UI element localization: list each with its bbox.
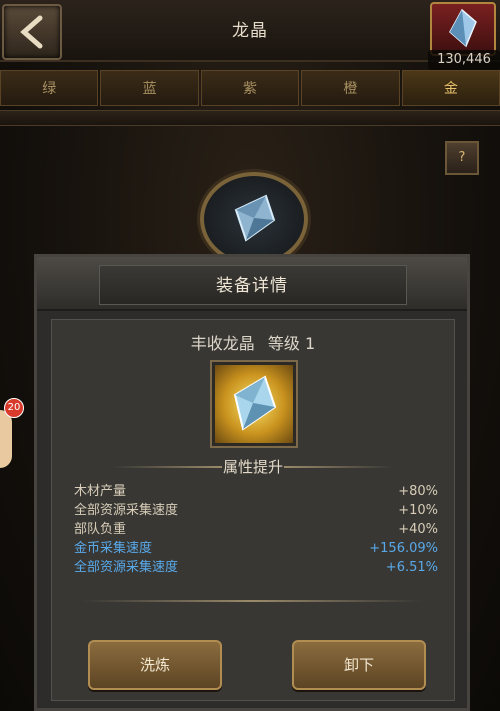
tab-blue[interactable]: 蓝 xyxy=(100,70,199,106)
resource-count: 130,446 xyxy=(428,50,500,70)
header-bar: 龙晶 130,446 xyxy=(0,0,500,70)
dialog-title: 装备详情 xyxy=(216,276,288,296)
tab-orange[interactable]: 橙 xyxy=(301,70,400,106)
item-title: 丰收龙晶 等级 1 xyxy=(52,330,454,354)
section-divider-right xyxy=(284,466,394,468)
dragon-crystal-icon xyxy=(233,375,277,431)
tab-gold[interactable]: 金 xyxy=(401,70,500,106)
item-level: 等级 1 xyxy=(267,334,316,353)
quality-tabs: 绿 蓝 紫 橙 金 xyxy=(0,70,500,108)
attribute-name: 全部资源采集速度 xyxy=(74,503,179,518)
equipped-crystal-slot[interactable] xyxy=(200,172,308,266)
attribute-row: 全部资源采集速度 +10% xyxy=(74,501,438,520)
tab-green[interactable]: 绿 xyxy=(0,70,99,106)
crystal-icon xyxy=(449,8,477,48)
item-icon-frame xyxy=(212,362,296,446)
refine-button[interactable]: 洗炼 xyxy=(88,640,222,690)
attribute-row: 金币采集速度 +156.09% xyxy=(74,539,438,558)
attribute-row: 全部资源采集速度 +6.51% xyxy=(74,558,438,577)
attribute-list: 木材产量 +80% 全部资源采集速度 +10% 部队负重 +40% 金币采集速度 +15… xyxy=(74,482,438,577)
attribute-name: 全部资源采集速度 xyxy=(74,560,179,575)
unequip-button[interactable]: 卸下 xyxy=(292,640,426,690)
attribute-name: 金币采集速度 xyxy=(74,541,153,556)
attribute-name: 木材产量 xyxy=(74,484,127,499)
attribute-name: 部队负重 xyxy=(74,522,127,537)
attribute-value: +6.51% xyxy=(385,560,438,575)
page-title: 龙晶 xyxy=(232,21,268,41)
equipment-details-dialog: 装备详情 丰收龙晶 等级 1 属性提升 木材产量 +80% 全部资源采集速度 +10… xyxy=(34,254,470,711)
ornament-divider xyxy=(0,110,500,126)
notification-badge: 20 xyxy=(4,398,24,418)
attribute-row: 部队负重 +40% xyxy=(74,520,438,539)
side-portrait[interactable] xyxy=(0,410,12,468)
attribute-row: 木材产量 +80% xyxy=(74,482,438,501)
attribute-value: +10% xyxy=(398,503,438,518)
attribute-value: +156.09% xyxy=(369,541,438,556)
help-button[interactable]: ? xyxy=(445,141,479,175)
ornament-divider xyxy=(82,600,422,602)
dialog-header: 装备详情 xyxy=(37,257,467,311)
resource-button[interactable] xyxy=(430,2,496,56)
crystal-icon xyxy=(234,194,276,242)
attribute-value: +80% xyxy=(398,484,438,499)
item-name: 丰收龙晶 xyxy=(190,334,255,353)
dialog-body: 丰收龙晶 等级 1 属性提升 木材产量 +80% 全部资源采集速度 +10% 部队负… xyxy=(51,319,455,701)
attribute-value: +40% xyxy=(398,522,438,537)
tab-purple[interactable]: 紫 xyxy=(200,70,300,106)
